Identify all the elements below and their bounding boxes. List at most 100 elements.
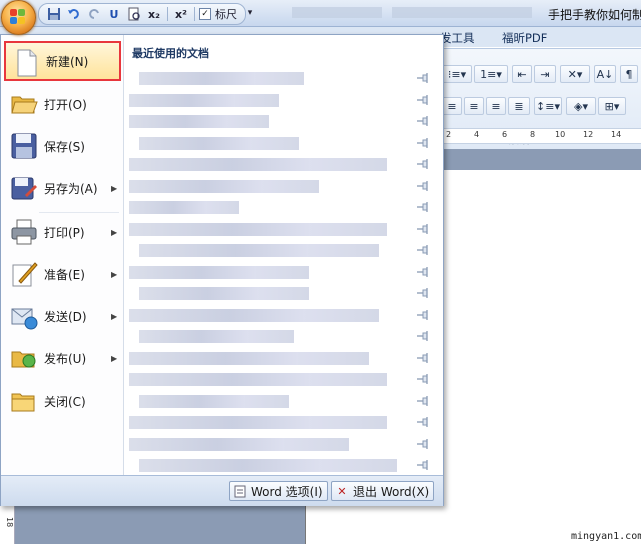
underline-u-icon[interactable]: U: [105, 5, 123, 23]
numbering-button[interactable]: 1≡▾: [474, 65, 508, 83]
recent-document-item[interactable]: [129, 368, 435, 390]
pin-icon[interactable]: [417, 373, 431, 385]
recent-document-item[interactable]: [129, 390, 435, 412]
recent-document-item[interactable]: [129, 433, 435, 455]
pin-icon[interactable]: [417, 223, 431, 235]
menu-item-save-as[interactable]: 另存为(A) ▶: [4, 168, 121, 208]
pin-icon[interactable]: [417, 158, 431, 170]
pin-icon[interactable]: [417, 330, 431, 342]
menu-item-label: 准备(E): [44, 267, 85, 282]
office-button[interactable]: [1, 0, 36, 35]
sort-button[interactable]: A↓: [594, 65, 616, 83]
submenu-arrow-icon: ▶: [111, 269, 118, 279]
save-icon[interactable]: [45, 5, 63, 23]
toolbar-separator: [167, 7, 168, 21]
pin-icon[interactable]: [417, 395, 431, 407]
menu-item-print[interactable]: 打印(P) ▶: [4, 212, 121, 252]
recent-document-item[interactable]: [129, 347, 435, 369]
recent-document-item[interactable]: [129, 261, 435, 283]
recent-document-item[interactable]: [129, 218, 435, 240]
pin-icon[interactable]: [417, 201, 431, 213]
ruler-checkbox[interactable]: ✓: [199, 8, 211, 20]
recent-documents-header: 最近使用的文档: [132, 47, 209, 60]
show-marks-button[interactable]: ¶: [620, 65, 638, 83]
superscript-button[interactable]: x²: [172, 5, 190, 23]
undo-icon[interactable]: [65, 5, 83, 23]
pin-icon[interactable]: [417, 352, 431, 364]
align-center-button[interactable]: ≡: [464, 97, 484, 115]
recent-document-item[interactable]: [129, 110, 435, 132]
recent-document-item[interactable]: [129, 454, 435, 476]
office-menu-commands: 新建(N) 打开(O) 保存(S) 另存为(A) ▶ 打印(P) ▶ 准备(E)…: [1, 35, 124, 475]
ruler-tick: 10: [555, 130, 566, 139]
recent-document-name-blurred: [129, 416, 387, 429]
printer-icon: [11, 219, 37, 245]
tab-foxit-pdf[interactable]: 福昕PDF: [502, 30, 547, 46]
word-options-button[interactable]: Word 选项(I): [229, 481, 328, 501]
subscript-button[interactable]: x₂: [145, 5, 163, 23]
pin-icon[interactable]: [417, 244, 431, 256]
decrease-indent-button[interactable]: ⇤: [512, 65, 532, 83]
pin-icon[interactable]: [417, 309, 431, 321]
recent-document-item[interactable]: [129, 153, 435, 175]
bullets-button[interactable]: ⁝≡▾: [442, 65, 472, 83]
menu-item-label: 关闭(C): [44, 394, 86, 409]
office-menu: 新建(N) 打开(O) 保存(S) 另存为(A) ▶ 打印(P) ▶ 准备(E)…: [0, 34, 444, 506]
recent-document-name-blurred: [129, 373, 387, 386]
recent-document-item[interactable]: [129, 175, 435, 197]
send-icon: [11, 308, 38, 330]
pin-icon[interactable]: [417, 72, 431, 84]
align-right-button[interactable]: ≡: [486, 97, 506, 115]
office-menu-footer: Word 选项(I) ✕ 退出 Word(X): [1, 475, 443, 506]
recent-document-name-blurred: [139, 244, 379, 257]
customize-qat-icon[interactable]: ▾: [241, 4, 259, 22]
recent-document-name-blurred: [139, 459, 397, 472]
redo-icon[interactable]: [85, 5, 103, 23]
menu-item-open[interactable]: 打开(O): [4, 84, 121, 124]
pin-icon[interactable]: [417, 459, 431, 471]
ruler-toggle-label[interactable]: 标尺: [215, 5, 237, 23]
print-preview-icon[interactable]: [125, 5, 143, 23]
tab-developer[interactable]: 发工具: [440, 30, 475, 46]
justify-button[interactable]: ≣: [508, 97, 530, 115]
line-spacing-button[interactable]: ↕≡▾: [534, 97, 562, 115]
exit-word-button[interactable]: ✕ 退出 Word(X): [331, 481, 435, 501]
pin-icon[interactable]: [417, 287, 431, 299]
increase-indent-button[interactable]: ⇥: [534, 65, 556, 83]
recent-document-item[interactable]: [129, 282, 435, 304]
recent-document-item[interactable]: [129, 325, 435, 347]
pin-icon[interactable]: [417, 416, 431, 428]
recent-document-item[interactable]: [129, 239, 435, 261]
menu-item-label: 打开(O): [44, 97, 87, 112]
align-left-button[interactable]: ≡: [442, 97, 462, 115]
submenu-arrow-icon: ▶: [111, 311, 118, 321]
pin-icon[interactable]: [417, 180, 431, 192]
recent-document-item[interactable]: [129, 89, 435, 111]
recent-document-item[interactable]: [129, 132, 435, 154]
menu-item-close[interactable]: 关闭(C): [4, 381, 121, 421]
menu-item-label: 打印(P): [44, 225, 85, 240]
menu-item-save[interactable]: 保存(S): [4, 126, 121, 166]
recent-document-item[interactable]: [129, 411, 435, 433]
pin-icon[interactable]: [417, 94, 431, 106]
shading-button[interactable]: ◈▾: [566, 97, 596, 115]
exit-x-icon: ✕: [337, 484, 347, 498]
menu-item-prepare[interactable]: 准备(E) ▶: [4, 254, 121, 294]
prepare-icon: [12, 262, 38, 287]
menu-item-send[interactable]: 发送(D) ▶: [4, 296, 121, 336]
window-title: 手把手教你如何制: [548, 8, 641, 22]
borders-button[interactable]: ⊞▾: [598, 97, 626, 115]
pin-icon[interactable]: [417, 115, 431, 127]
recent-document-name-blurred: [139, 136, 299, 150]
pin-icon[interactable]: [417, 137, 431, 149]
recent-document-item[interactable]: [129, 196, 435, 218]
pin-icon[interactable]: [417, 438, 431, 450]
pin-icon[interactable]: [417, 266, 431, 278]
recent-document-item[interactable]: [129, 67, 435, 89]
recent-document-item[interactable]: [129, 304, 435, 326]
menu-item-label: 发送(D): [44, 309, 87, 324]
publish-icon: [11, 351, 36, 368]
menu-item-new[interactable]: 新建(N): [4, 41, 121, 81]
chinese-layout-button[interactable]: ✕▾: [560, 65, 590, 83]
menu-item-publish[interactable]: 发布(U) ▶: [4, 338, 121, 378]
